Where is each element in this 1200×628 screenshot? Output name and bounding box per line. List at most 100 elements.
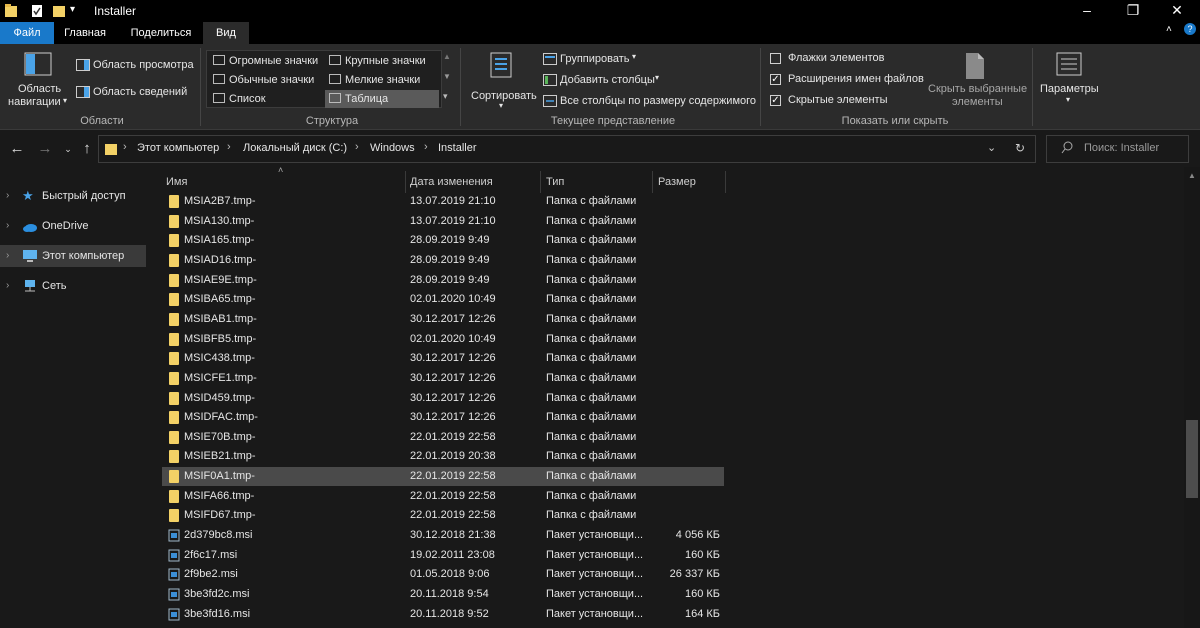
hide-selected-button[interactable]: Скрыть выбранные элементы [926, 50, 1028, 110]
folder-row[interactable]: MSIE70B.tmp- 22.01.2019 22:58 Папка с файл… [162, 428, 724, 447]
tab-view[interactable]: Вид [203, 22, 249, 44]
search-box[interactable]: Поиск: Installer [1046, 135, 1189, 163]
preview-pane-button[interactable]: Область просмотра [74, 57, 196, 75]
forward-arrow-icon[interactable]: → [35, 139, 55, 159]
expand-arrow-icon[interactable]: › [6, 245, 9, 267]
column-header-name[interactable]: Имя [166, 171, 404, 193]
folder-row[interactable]: MSIDFAC.tmp- 30.12.2017 12:26 Папка с файл… [162, 408, 724, 427]
expand-arrow-icon[interactable]: › [6, 185, 9, 207]
gallery-scroll-down-icon[interactable]: ▼ [443, 72, 451, 81]
up-arrow-icon[interactable]: ↑ [77, 139, 97, 159]
sidebar-item-network[interactable]: › Сеть [0, 275, 146, 297]
folder-row[interactable]: MSIBAB1.tmp- 30.12.2017 12:26 Папка с файл… [162, 310, 724, 329]
hidden-items-toggle[interactable]: ✓ Скрытые элементы [768, 93, 918, 109]
expand-arrow-icon[interactable]: › [6, 275, 9, 297]
tab-share[interactable]: Поделиться [122, 22, 200, 44]
customize-qat-icon[interactable]: ▾ [70, 4, 75, 20]
file-extensions-toggle[interactable]: ✓ Расширения имен файлов [768, 72, 928, 88]
sidebar-item-quick-access[interactable]: › ★ Быстрый доступ [0, 185, 146, 207]
expand-arrow-icon[interactable]: › [6, 215, 9, 237]
folder-row[interactable]: MSIC438.tmp- 30.12.2017 12:26 Папка с файл… [162, 349, 724, 368]
refresh-icon[interactable]: ↻ [1015, 141, 1025, 155]
layout-list[interactable]: Список [209, 90, 325, 108]
folder-row[interactable]: MSIF0A1.tmp- 22.01.2019 22:58 Папка с файл… [162, 467, 724, 487]
folder-row[interactable]: MSIBFB5.tmp- 02.01.2020 10:49 Папка с файл… [162, 330, 724, 349]
options-button[interactable]: Параметры ▾ [1036, 50, 1102, 110]
properties-icon[interactable] [30, 3, 44, 19]
tab-home[interactable]: Главная [56, 22, 114, 44]
folder-row[interactable]: MSIFA66.tmp- 22.01.2019 22:58 Папка с файл… [162, 487, 724, 506]
address-dropdown-icon[interactable]: ⌄ [987, 141, 996, 154]
column-header-size[interactable]: Размер [658, 171, 724, 193]
sort-by-label: Сортировать [471, 90, 537, 102]
sidebar-item-this-pc[interactable]: › Этот компьютер [0, 245, 146, 267]
add-columns-button[interactable]: Добавить столбцы ▾ [541, 71, 671, 89]
file-extensions-checkbox[interactable]: ✓ [770, 74, 781, 85]
file-row[interactable]: 2d379bc8.msi 30.12.2018 21:38 Пакет устано… [162, 526, 724, 545]
breadcrumb-this-pc[interactable]: Этот компьютер [137, 142, 219, 154]
ribbon-separator [1032, 48, 1033, 126]
hidden-items-checkbox[interactable]: ✓ [770, 95, 781, 106]
breadcrumb-chevron-icon[interactable]: › [227, 141, 231, 153]
layout-extra-large-icons[interactable]: Огромные значки [209, 52, 325, 70]
folder-row[interactable]: MSIBA65.tmp- 02.01.2020 10:49 Папка с файл… [162, 290, 724, 309]
layout-medium-icons[interactable]: Обычные значки [209, 71, 325, 89]
scrollbar-thumb[interactable] [1186, 420, 1198, 498]
folder-row[interactable]: MSICFE1.tmp- 30.12.2017 12:26 Папка с файл… [162, 369, 724, 388]
folder-row[interactable]: MSIAD16.tmp- 28.09.2019 9:49 Папка с файла… [162, 251, 724, 270]
new-folder-icon[interactable] [52, 3, 66, 19]
file-row[interactable]: 3be3fd16.msi 20.11.2018 9:52 Пакет установ… [162, 605, 724, 624]
breadcrumb-chevron-icon[interactable]: › [355, 141, 359, 153]
size-all-columns-button[interactable]: Все столбцы по размеру содержимого [541, 92, 757, 110]
file-row[interactable]: 2f6c17.msi 19.02.2011 23:08 Пакет установщ… [162, 546, 724, 565]
recent-locations-icon[interactable]: ⌄ [58, 139, 78, 159]
collapse-ribbon-icon[interactable]: ˄ [1166, 24, 1172, 35]
vertical-scrollbar[interactable]: ▲ [1184, 167, 1200, 628]
address-bar[interactable]: › Этот компьютер › Локальный диск (C:) ›… [98, 135, 1036, 163]
chevron-down-icon: ▾ [655, 73, 660, 82]
column-divider[interactable] [405, 171, 406, 193]
back-arrow-icon[interactable]: ← [7, 139, 27, 159]
folder-row[interactable]: MSIA2B7.tmp- 13.07.2019 21:10 Папка с файл… [162, 192, 724, 211]
file-row[interactable]: 2f9be2.msi 01.05.2018 9:06 Пакет установщи… [162, 565, 724, 584]
breadcrumb-windows[interactable]: Windows [370, 142, 415, 154]
column-header-date[interactable]: Дата изменения [410, 171, 538, 193]
gallery-more-icon[interactable]: ▾ [443, 91, 448, 102]
gallery-scroll-up-icon[interactable]: ▲ [443, 52, 451, 61]
hide-selected-label-2: элементы [952, 96, 1003, 108]
minimize-icon[interactable]: – [1064, 0, 1110, 22]
maximize-icon[interactable]: ❐ [1110, 0, 1156, 22]
folder-row[interactable]: MSIAE9E.tmp- 28.09.2019 9:49 Папка с файла… [162, 271, 724, 290]
folder-row[interactable]: MSID459.tmp- 30.12.2017 12:26 Папка с файл… [162, 389, 724, 408]
close-icon[interactable]: ✕ [1154, 0, 1200, 22]
item-checkboxes-toggle[interactable]: Флажки элементов [768, 51, 918, 67]
breadcrumb-local-disk[interactable]: Локальный диск (C:) [243, 142, 347, 154]
column-divider[interactable] [540, 171, 541, 193]
sort-by-button[interactable]: Сортировать ▾ [468, 50, 538, 110]
help-icon[interactable]: ? [1184, 23, 1196, 35]
sidebar-item-onedrive[interactable]: › OneDrive [0, 215, 146, 237]
breadcrumb-installer[interactable]: Installer [438, 142, 477, 154]
file-row[interactable]: 3be3fd2c.msi 20.11.2018 9:54 Пакет установ… [162, 585, 724, 604]
folder-row[interactable]: MSIA130.tmp- 13.07.2019 21:10 Папка с файл… [162, 212, 724, 231]
tab-file[interactable]: Файл [0, 22, 54, 44]
network-icon [22, 279, 36, 293]
folder-row[interactable]: MSIA165.tmp- 28.09.2019 9:49 Папка с файла… [162, 231, 724, 250]
column-divider[interactable] [725, 171, 726, 193]
group-by-button[interactable]: Группировать ▾ [541, 50, 651, 68]
details-pane-button[interactable]: Область сведений [74, 84, 196, 102]
layout-large-icons[interactable]: Крупные значки [325, 52, 439, 70]
folder-icon [169, 450, 179, 464]
column-header-type[interactable]: Тип [546, 171, 650, 193]
layout-small-icons[interactable]: Мелкие значки [325, 71, 439, 89]
breadcrumb-chevron-icon[interactable]: › [123, 141, 127, 153]
scroll-up-icon[interactable]: ▲ [1188, 171, 1196, 180]
layout-details[interactable]: Таблица [325, 90, 439, 108]
item-checkboxes-checkbox[interactable] [770, 53, 781, 64]
folder-row[interactable]: MSIFD67.tmp- 22.01.2019 22:58 Папка с файл… [162, 506, 724, 525]
column-divider[interactable] [652, 171, 653, 193]
breadcrumb-chevron-icon[interactable]: › [424, 141, 428, 153]
file-size [650, 330, 720, 349]
nav-pane-button[interactable]: Область навигации ▾ [6, 50, 70, 110]
folder-row[interactable]: MSIEB21.tmp- 22.01.2019 20:38 Папка с файл… [162, 447, 724, 466]
